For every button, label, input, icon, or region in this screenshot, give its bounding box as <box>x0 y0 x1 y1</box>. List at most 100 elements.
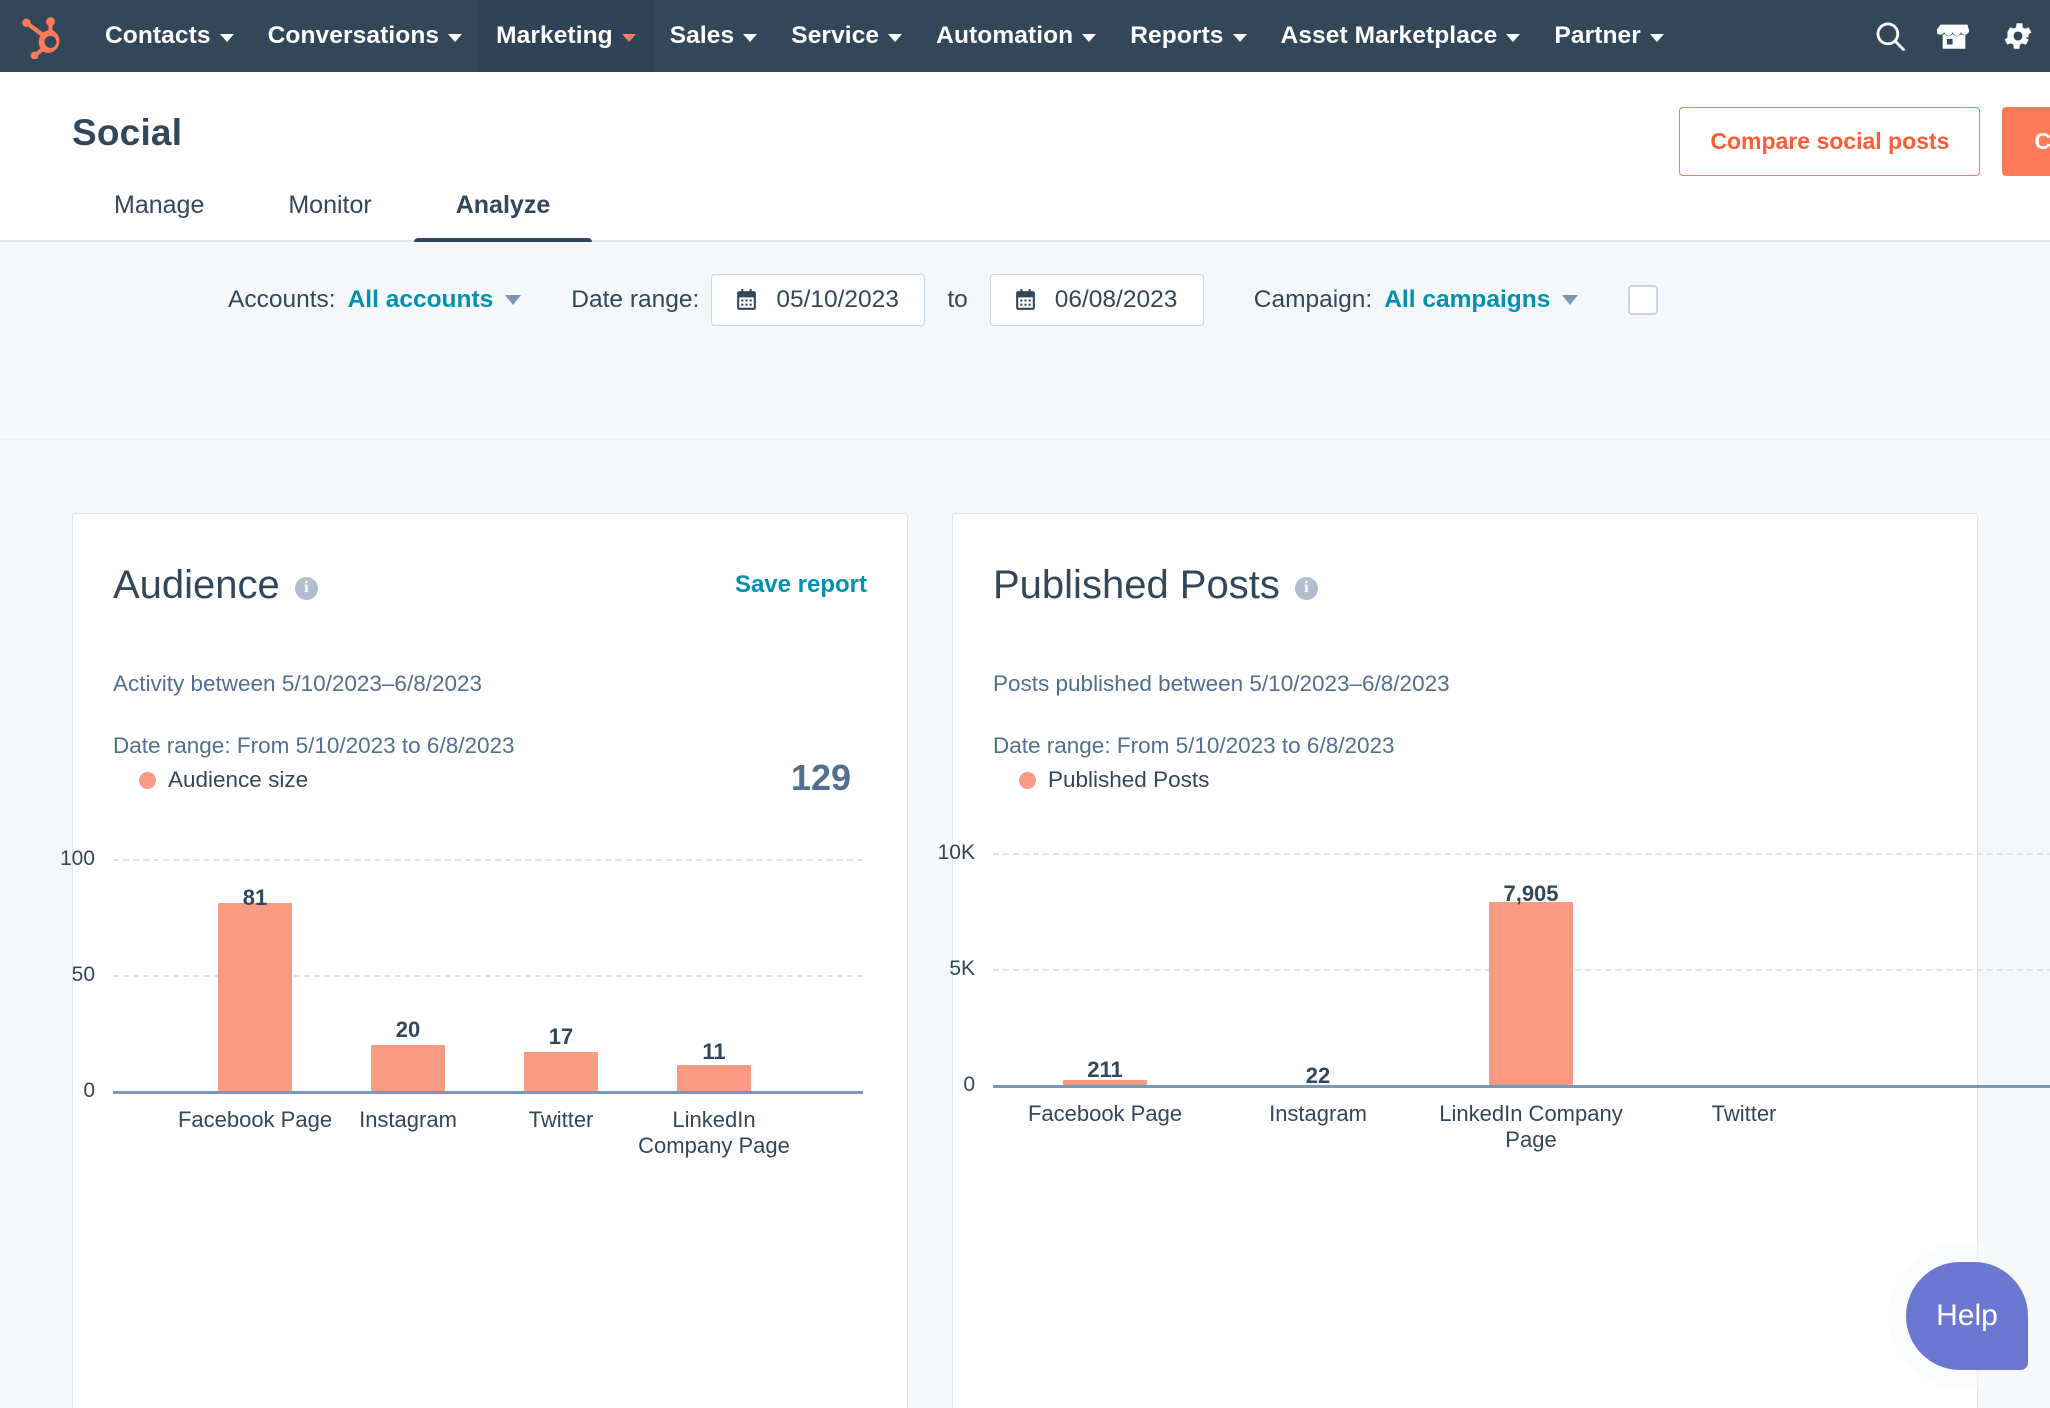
y-axis-tick: 0 <box>83 1079 95 1102</box>
search-icon[interactable] <box>1858 0 1922 72</box>
nav-item-partner[interactable]: Partner <box>1537 0 1681 72</box>
chevron-down-icon <box>1082 34 1097 42</box>
chevron-down-icon <box>1506 34 1521 42</box>
audience-title-text: Audience <box>113 562 280 607</box>
analyze-content: Audience i Save report Activity between … <box>0 440 2050 1408</box>
nav-item-service[interactable]: Service <box>774 0 919 72</box>
bar-value-label: 11 <box>702 1039 726 1064</box>
nav-item-label: Sales <box>669 22 735 49</box>
date-to-value: 06/08/2023 <box>1054 286 1178 313</box>
nav-item-label: Contacts <box>105 22 211 49</box>
chevron-down-icon <box>219 34 234 42</box>
chevron-down-icon <box>448 34 463 42</box>
x-axis-tick: Facebook Page <box>1027 1101 1183 1126</box>
audience-card-title: Audience i <box>113 563 318 608</box>
y-axis-tick: 5K <box>949 957 975 980</box>
published-legend-row: Published Posts <box>993 767 1937 793</box>
settings-gear-icon[interactable] <box>1986 0 2050 72</box>
nav-item-automation[interactable]: Automation <box>919 0 1113 72</box>
nav-item-asset-marketplace[interactable]: Asset Marketplace <box>1264 0 1538 72</box>
audience-plot-area <box>113 859 863 1091</box>
y-axis-tick: 0 <box>963 1073 975 1096</box>
x-axis-tick: Twitter <box>1711 1101 1777 1126</box>
x-axis-tick: Instagram <box>1269 1101 1367 1126</box>
nav-item-label: Partner <box>1554 22 1641 49</box>
published-legend[interactable]: Published Posts <box>993 767 1209 793</box>
nav-item-label: Conversations <box>267 22 440 49</box>
accounts-label: Accounts: <box>228 286 336 313</box>
info-icon[interactable]: i <box>1294 576 1318 600</box>
bar-value-label: 17 <box>548 1024 574 1049</box>
campaign-dropdown-value: All campaigns <box>1384 286 1551 313</box>
bar-facebook-page[interactable] <box>218 903 292 1091</box>
date-range-label: Date range: <box>571 286 700 313</box>
published-title-text: Published Posts <box>993 562 1280 607</box>
page-title: Social <box>72 112 183 153</box>
audience-card-subtitle: Activity between 5/10/2023–6/8/2023 <box>113 671 483 696</box>
date-to-label: to <box>947 286 968 313</box>
bar-value-label: 22 <box>1305 1063 1331 1088</box>
nav-item-reports[interactable]: Reports <box>1113 0 1263 72</box>
save-report-link[interactable]: Save report <box>735 571 867 599</box>
audience-total-value: 129 <box>790 757 851 798</box>
published-card-date-range: Date range: From 5/10/2023 to 6/8/2023 <box>993 733 1395 758</box>
audience-legend[interactable]: Audience size <box>113 767 308 793</box>
nav-item-sales[interactable]: Sales <box>653 0 775 72</box>
marketplace-icon[interactable] <box>1922 0 1986 72</box>
published-posts-report-card: Published Posts i Posts published betwee… <box>938 513 2050 1408</box>
chevron-down-icon <box>1562 295 1579 305</box>
hubspot-logo[interactable] <box>0 0 88 72</box>
nav-item-label: Automation <box>936 22 1074 49</box>
accounts-dropdown[interactable]: All accounts <box>348 286 522 314</box>
bar-value-label: 20 <box>395 1017 421 1042</box>
nav-item-contacts[interactable]: Contacts <box>88 0 251 72</box>
bar-instagram[interactable] <box>371 1045 445 1091</box>
filter-bar: Accounts: All accounts Date range: 05/10… <box>0 242 2050 440</box>
header-actions: Compare social posts Create <box>1679 107 2050 176</box>
published-card-title: Published Posts i <box>993 563 1318 608</box>
help-button[interactable]: Help <box>1906 1262 2028 1370</box>
nav-item-conversations[interactable]: Conversations <box>251 0 479 72</box>
info-icon[interactable]: i <box>294 576 318 600</box>
bar-value-label: 81 <box>242 885 268 910</box>
chevron-down-icon <box>505 295 522 305</box>
bar-value-label: 7,905 <box>1503 881 1559 906</box>
nav-item-marketing[interactable]: Marketing <box>479 0 653 72</box>
nav-item-label: Reports <box>1130 22 1224 49</box>
audience-card-header: Audience i Save report <box>113 556 867 614</box>
legend-dot-icon <box>1019 771 1036 789</box>
create-button[interactable]: Create <box>2002 107 2050 176</box>
nav-item-label: Asset Marketplace <box>1280 22 1498 49</box>
nav-item-label: Service <box>791 22 880 49</box>
audience-card-date-range: Date range: From 5/10/2023 to 6/8/2023 <box>113 733 515 758</box>
published-legend-label: Published Posts <box>1048 767 1210 792</box>
tab-analyze[interactable]: Analyze <box>413 191 593 246</box>
top-navigation-bar: Contacts Conversations Marketing Sales S… <box>0 0 2050 72</box>
date-from-value: 05/10/2023 <box>776 286 899 313</box>
chevron-down-icon <box>1232 34 1247 42</box>
x-axis-tick: LinkedIn Company Page <box>638 1107 790 1159</box>
filter-checkbox[interactable] <box>1628 285 1659 315</box>
chevron-down-icon <box>621 34 636 42</box>
calendar-icon <box>737 288 757 310</box>
tab-monitor[interactable]: Monitor <box>246 191 413 242</box>
date-from-input[interactable]: 05/10/2023 <box>711 274 926 326</box>
campaign-label: Campaign: <box>1253 286 1373 313</box>
chevron-down-icon <box>1649 34 1664 42</box>
x-axis-tick: Twitter <box>528 1107 594 1132</box>
hubspot-sprocket-icon <box>22 17 60 59</box>
compare-social-posts-button[interactable]: Compare social posts <box>1679 107 1981 176</box>
published-card-subtitle: Posts published between 5/10/2023–6/8/20… <box>993 671 1450 696</box>
legend-dot-icon <box>139 771 156 789</box>
tab-manage[interactable]: Manage <box>72 191 246 242</box>
bar-twitter[interactable] <box>524 1052 598 1091</box>
audience-bar-chart: 100 50 0 81 20 17 11 Facebook Page Insta <box>60 847 863 1159</box>
x-axis-line <box>993 1085 2050 1088</box>
bar-linkedin-company-page[interactable] <box>1489 902 1573 1085</box>
nav-item-label: Marketing <box>496 22 613 49</box>
date-to-input[interactable]: 06/08/2023 <box>989 274 1204 326</box>
x-axis-tick: LinkedIn Company Page <box>1439 1101 1623 1153</box>
bar-linkedin-company-page[interactable] <box>677 1065 751 1091</box>
campaign-dropdown[interactable]: All campaigns <box>1384 286 1579 314</box>
